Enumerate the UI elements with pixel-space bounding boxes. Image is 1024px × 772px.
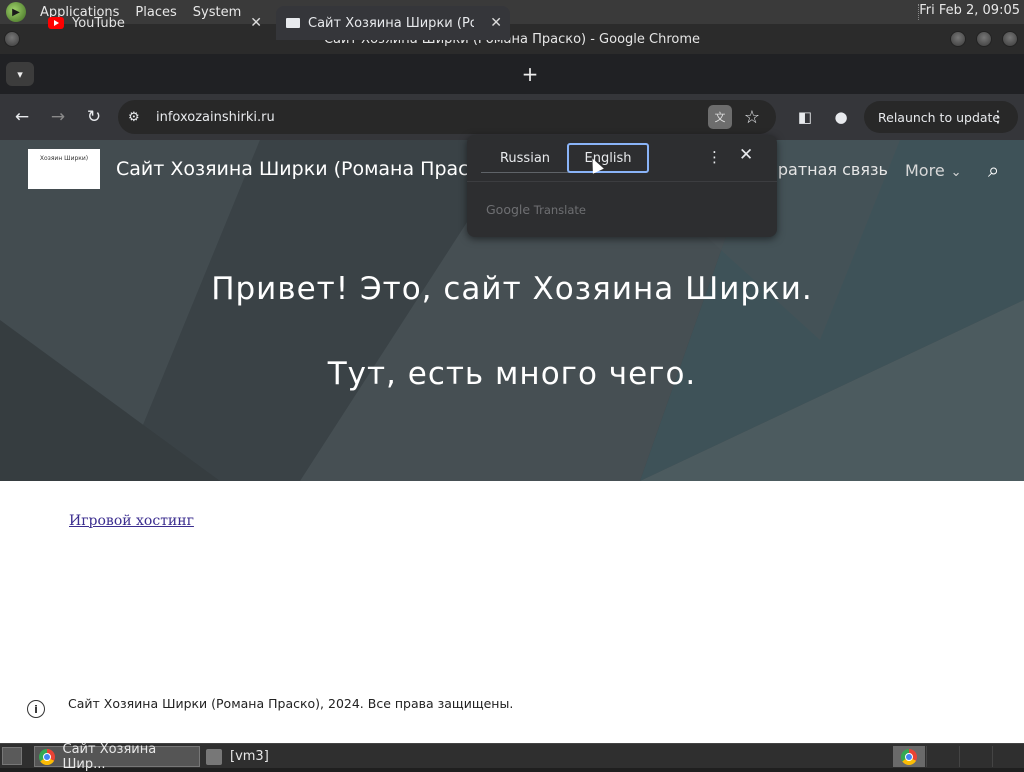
tab-youtube[interactable]: YouTube ✕ xyxy=(38,6,270,40)
close-tab-icon[interactable]: ✕ xyxy=(490,15,502,31)
back-arrow-icon[interactable]: ← xyxy=(11,106,33,128)
applications-logo-icon[interactable]: ▶ xyxy=(6,2,26,22)
tab-search-button[interactable]: ▾ xyxy=(6,62,34,86)
window-menu-button[interactable] xyxy=(4,31,20,47)
relaunch-label: Relaunch to update xyxy=(878,109,1001,125)
chevron-down-icon: ▾ xyxy=(17,67,23,81)
tab-title: YouTube xyxy=(72,15,125,31)
footer-copyright: Сайт Хозяина Ширки (Романа Праско), 2024… xyxy=(68,696,514,711)
new-tab-button[interactable]: + xyxy=(520,62,540,86)
plus-icon: + xyxy=(521,62,539,86)
close-tab-icon[interactable]: ✕ xyxy=(250,15,262,31)
reload-icon[interactable]: ↻ xyxy=(83,106,105,128)
site-title[interactable]: Сайт Хозяина Ширки (Романа Праско) xyxy=(116,158,499,180)
info-icon[interactable]: i xyxy=(27,700,45,718)
tab-strip xyxy=(0,54,1024,94)
workspace-1[interactable] xyxy=(893,746,925,767)
nav-more-dropdown[interactable]: More ⌄ xyxy=(905,161,962,180)
google-translate-brand: Google Translate xyxy=(486,202,586,217)
workspace-3[interactable] xyxy=(959,746,991,767)
hero-heading: Привет! Это, сайт Хозяина Ширки. xyxy=(211,271,813,307)
chevron-down-icon: ⌄ xyxy=(950,165,962,180)
url-text[interactable]: infoxozainshirki.ru xyxy=(156,110,275,125)
tab-title: Сайт Хозяина Ширки (Романа Праско) xyxy=(308,15,474,31)
profile-icon[interactable]: ● xyxy=(830,106,852,128)
relaunch-button[interactable]: Relaunch to update ⋮ xyxy=(864,101,1018,133)
taskbar-item-chrome[interactable]: Сайт Хозяина Шир... xyxy=(34,742,200,772)
browser-toolbar: ← → ↻ ⚙ infoxozainshirki.ru 文 ☆ ◧ ● Rela… xyxy=(0,94,1024,140)
bookmark-star-icon[interactable]: ☆ xyxy=(740,105,764,129)
youtube-favicon-icon xyxy=(48,17,64,29)
taskbar: Сайт Хозяина Шир... [vm3] xyxy=(0,742,1024,772)
workspace-4[interactable] xyxy=(992,746,1024,767)
minimize-button[interactable] xyxy=(950,31,966,47)
panel-clock[interactable]: Fri Feb 2, 09:05 xyxy=(919,3,1020,18)
address-bar[interactable]: ⚙ infoxozainshirki.ru 文 ☆ xyxy=(118,100,776,134)
game-hosting-link[interactable]: Игровой хостинг xyxy=(68,513,194,529)
taskbar-item-label: [vm3] xyxy=(230,749,269,764)
search-icon[interactable]: ⌕ xyxy=(988,158,999,182)
maximize-button[interactable] xyxy=(976,31,992,47)
close-window-button[interactable] xyxy=(1002,31,1018,47)
taskbar-item-label: Сайт Хозяина Шир... xyxy=(62,741,157,772)
chrome-icon xyxy=(39,748,55,765)
close-icon[interactable]: ✕ xyxy=(739,145,753,165)
translate-icon[interactable]: 文 xyxy=(708,105,732,129)
site-info-icon[interactable]: ⚙ xyxy=(128,110,154,125)
hero-subheading: Тут, есть много чего. xyxy=(327,356,697,392)
tab-language-english[interactable]: English xyxy=(567,143,649,173)
site-logo[interactable]: Хозяин Ширки) xyxy=(28,149,100,189)
tab-language-russian[interactable]: Russian xyxy=(481,145,569,173)
translate-options-icon[interactable]: ⋮ xyxy=(707,148,722,166)
nav-item-feedback[interactable]: братная связь xyxy=(768,160,888,179)
divider xyxy=(467,181,777,182)
tab-active[interactable]: Сайт Хозяина Ширки (Романа Праско) ✕ xyxy=(276,6,510,40)
folder-icon xyxy=(206,748,222,765)
translate-popup: Russian English ⋮ ✕ Google Translate xyxy=(467,135,777,237)
page-favicon-icon xyxy=(286,18,300,28)
taskbar-item-vm3[interactable]: [vm3] xyxy=(202,746,368,767)
side-panel-icon[interactable]: ◧ xyxy=(794,106,816,128)
chrome-icon xyxy=(901,748,917,765)
show-desktop-button[interactable] xyxy=(2,747,22,765)
workspace-2[interactable] xyxy=(926,746,958,767)
forward-arrow-icon[interactable]: → xyxy=(47,106,69,128)
kebab-menu-icon[interactable]: ⋮ xyxy=(990,107,1006,126)
